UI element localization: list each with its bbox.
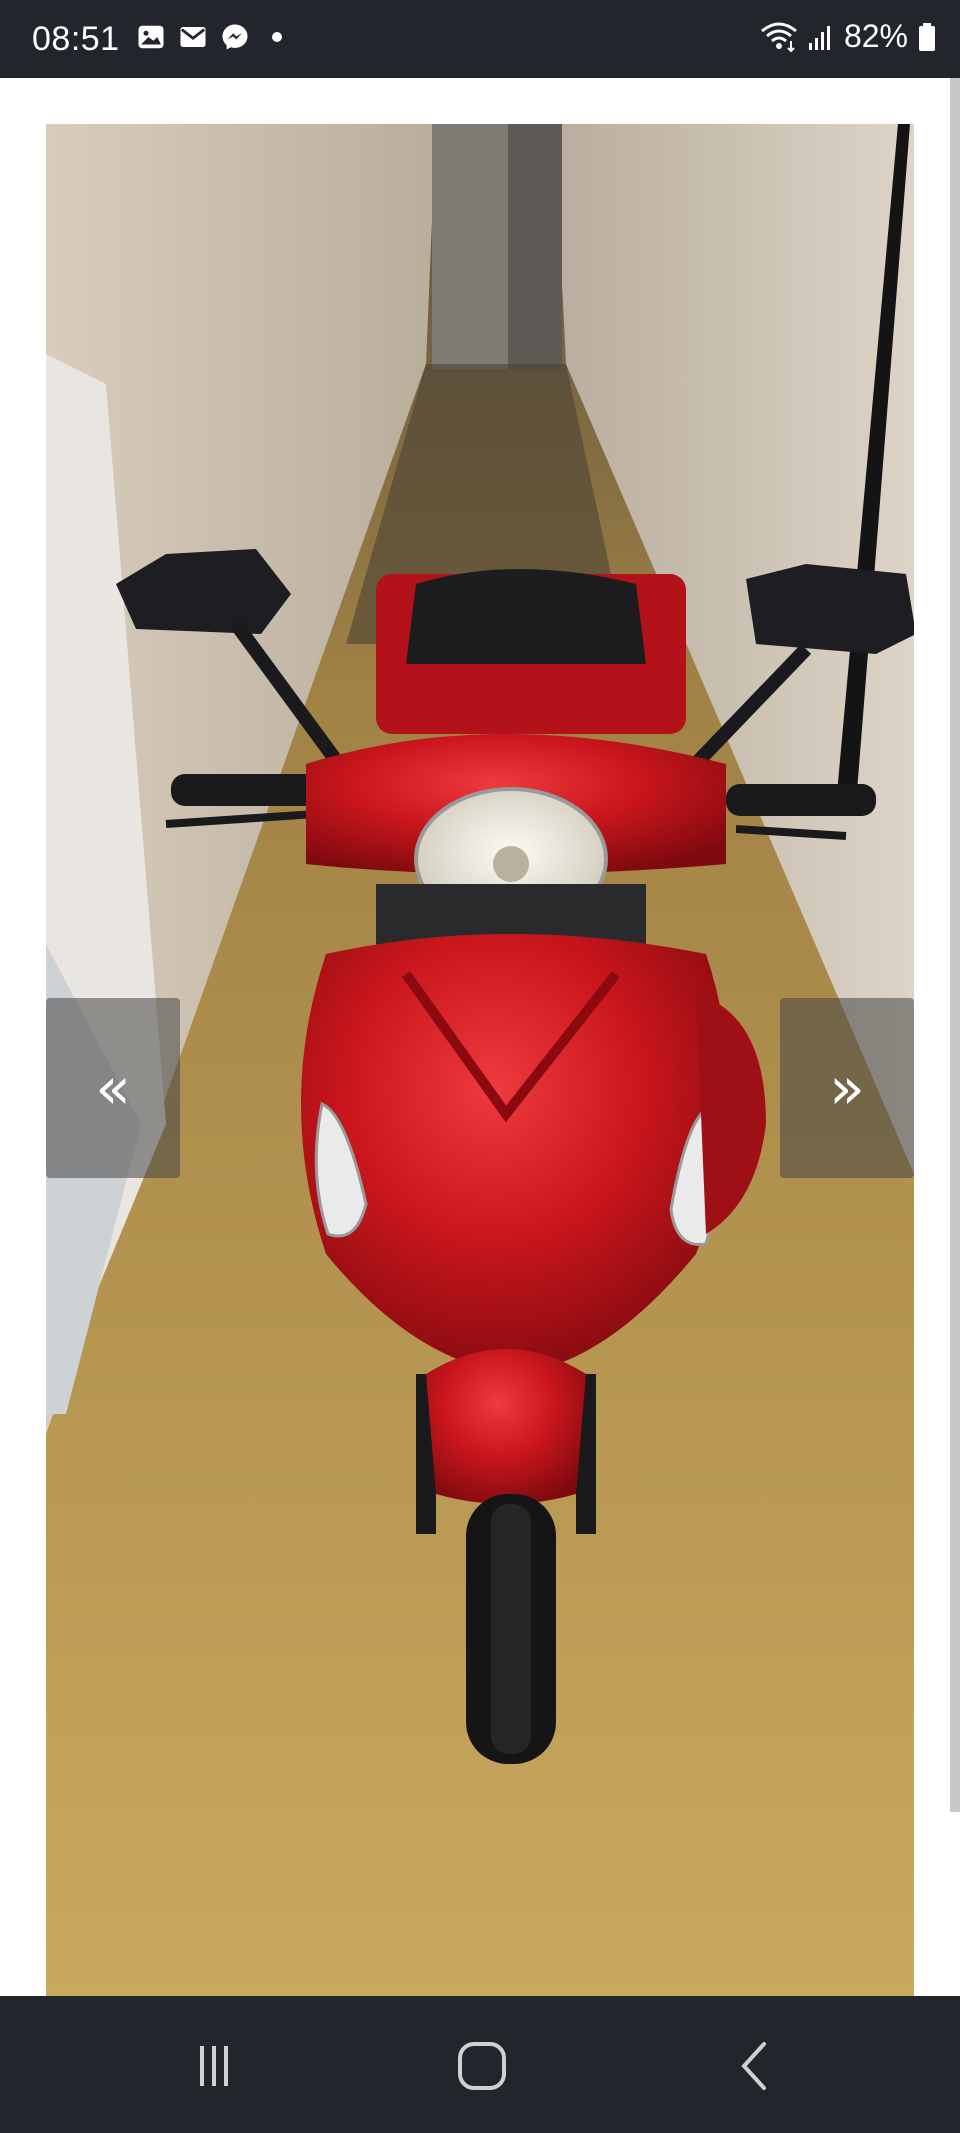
- recent-apps-button[interactable]: [174, 2026, 254, 2106]
- gallery-icon: [138, 25, 164, 49]
- notification-dot: [272, 32, 282, 42]
- status-time: 08:51: [32, 20, 120, 58]
- signal-icon: [808, 25, 830, 50]
- battery-icon: [919, 22, 935, 51]
- next-image-button[interactable]: »: [780, 998, 914, 1178]
- home-icon: [458, 2042, 506, 2090]
- messenger-icon: [222, 24, 248, 50]
- battery-percent: 82%: [843, 18, 908, 54]
- status-bar: 08:51 82%: [0, 0, 960, 78]
- back-icon: [741, 2042, 766, 2090]
- back-button[interactable]: [714, 2026, 794, 2106]
- double-chevron-right-icon: »: [829, 1054, 865, 1122]
- mail-icon: [180, 27, 206, 47]
- notification-icons: [136, 22, 282, 52]
- wifi-icon: [761, 22, 797, 52]
- home-button[interactable]: [442, 2026, 522, 2106]
- recent-apps-icon: [200, 2046, 228, 2086]
- double-chevron-left-icon: «: [95, 1054, 131, 1122]
- navigation-bar: [0, 1996, 960, 2133]
- scrollbar[interactable]: [950, 78, 960, 1812]
- previous-image-button[interactable]: «: [46, 998, 180, 1178]
- system-indicators: 82%: [760, 18, 936, 55]
